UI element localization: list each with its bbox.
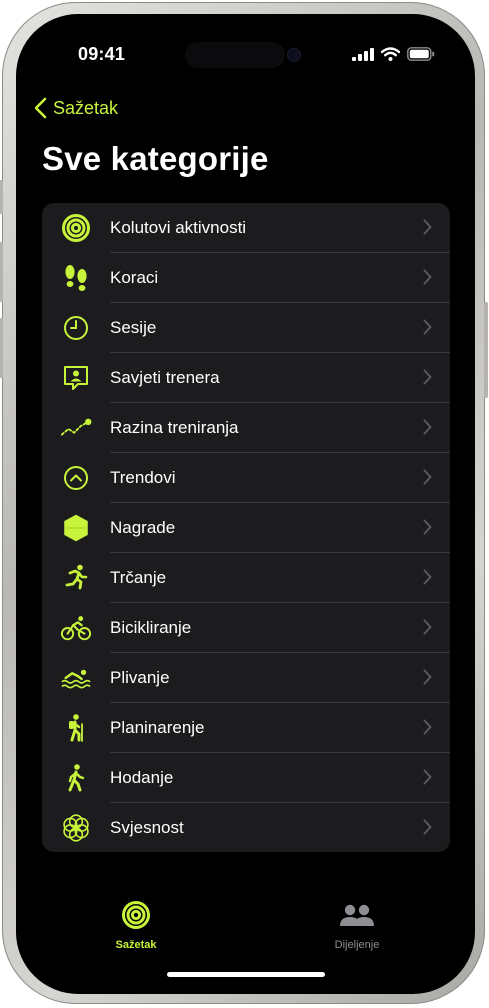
walking-icon: [60, 763, 92, 793]
back-button[interactable]: Sažetak: [34, 96, 118, 120]
category-label: Nagrade: [110, 518, 176, 537]
chevron-right-icon: [423, 219, 432, 235]
chevron-right-icon: [423, 719, 432, 735]
category-label: Kolutovi aktivnosti: [110, 218, 247, 237]
footprints-icon: [60, 263, 92, 293]
chevron-left-icon: [34, 97, 47, 119]
volume-down-button: [0, 318, 3, 378]
chevron-right-icon: [423, 369, 432, 385]
category-row-running[interactable]: Trčanje: [42, 553, 450, 603]
chevron-right-icon: [423, 769, 432, 785]
awards-icon: [60, 513, 92, 543]
chevron-right-icon: [423, 819, 432, 835]
training-load-icon: [60, 413, 92, 443]
tab-summary-label: Sažetak: [115, 939, 157, 951]
category-row-training-load[interactable]: Razina treniranja: [42, 403, 450, 453]
category-label: Koraci: [110, 268, 159, 287]
home-indicator[interactable]: [167, 972, 325, 977]
trends-icon: [60, 463, 92, 493]
category-row-mindfulness[interactable]: Svjesnost: [42, 803, 450, 852]
chevron-right-icon: [423, 619, 432, 635]
chevron-right-icon: [423, 669, 432, 685]
running-icon: [60, 563, 92, 593]
people-icon: [340, 904, 374, 926]
status-icons: [352, 47, 435, 61]
clock-icon: [60, 313, 92, 343]
activity-rings-icon: [122, 901, 150, 929]
front-camera: [288, 49, 300, 61]
dynamic-island: [185, 42, 285, 68]
page-title: Sve kategorije: [42, 140, 269, 177]
status-time: 09:41: [78, 44, 126, 64]
chevron-right-icon: [423, 419, 432, 435]
categories-list: Kolutovi aktivnosti Koraci Sesije Savjet…: [42, 203, 450, 852]
category-row-coaching[interactable]: Savjeti trenera: [42, 353, 450, 403]
chevron-right-icon: [423, 319, 432, 335]
category-label: Planinarenje: [110, 718, 205, 737]
side-button: [484, 302, 488, 398]
category-label: Trčanje: [110, 568, 167, 587]
tab-sharing-label: Dijeljenje: [334, 939, 380, 951]
category-row-steps[interactable]: Koraci: [42, 253, 450, 303]
mindfulness-icon: [60, 813, 92, 843]
category-row-walking[interactable]: Hodanje: [42, 753, 450, 803]
battery-icon: [407, 47, 435, 61]
volume-up-button: [0, 242, 3, 302]
category-label: Plivanje: [110, 668, 170, 687]
category-label: Trendovi: [110, 468, 176, 487]
iphone-frame: 09:41 Sažetak Sve kategorije Kolutovi ak…: [0, 2, 488, 1004]
category-label: Hodanje: [110, 768, 174, 787]
tab-bar: Sažetak Dijeljenje: [16, 894, 475, 964]
category-row-cycling[interactable]: Bicikliranje: [42, 603, 450, 653]
category-row-swimming[interactable]: Plivanje: [42, 653, 450, 703]
category-label: Svjesnost: [110, 818, 184, 837]
cycling-icon: [60, 613, 92, 643]
chevron-right-icon: [423, 469, 432, 485]
activity-rings-icon: [60, 213, 92, 243]
back-label: Sažetak: [53, 97, 119, 118]
category-label: Savjeti trenera: [110, 368, 220, 387]
category-row-activity-rings[interactable]: Kolutovi aktivnosti: [42, 203, 450, 253]
coach-icon: [60, 363, 92, 393]
hiking-icon: [60, 713, 92, 743]
swimming-icon: [60, 663, 92, 693]
cellular-signal-icon: [352, 47, 374, 61]
screen: 09:41 Sažetak Sve kategorije Kolutovi ak…: [16, 14, 475, 994]
wifi-icon: [381, 47, 400, 61]
chevron-right-icon: [423, 269, 432, 285]
category-label: Sesije: [110, 318, 157, 337]
category-row-sessions[interactable]: Sesije: [42, 303, 450, 353]
chevron-right-icon: [423, 519, 432, 535]
action-button: [0, 180, 3, 214]
category-row-trends[interactable]: Trendovi: [42, 453, 450, 503]
category-row-hiking[interactable]: Planinarenje: [42, 703, 450, 753]
status-bar: 09:41: [16, 14, 475, 74]
chevron-right-icon: [423, 569, 432, 585]
category-label: Razina treniranja: [110, 418, 239, 437]
tab-summary[interactable]: Sažetak: [91, 900, 181, 951]
category-label: Bicikliranje: [110, 618, 192, 637]
category-row-awards[interactable]: Nagrade: [42, 503, 450, 553]
tab-sharing[interactable]: Dijeljenje: [312, 900, 402, 951]
